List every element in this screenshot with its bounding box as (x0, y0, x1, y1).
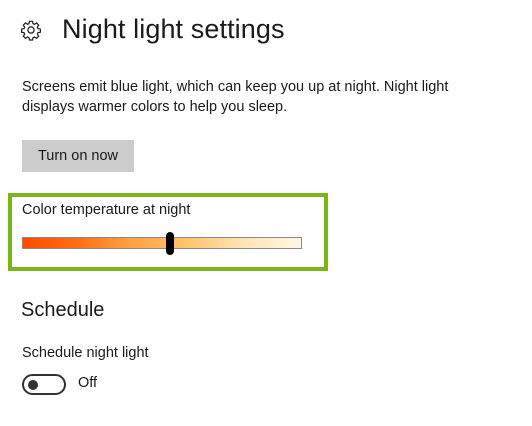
color-temperature-slider[interactable] (22, 237, 302, 249)
color-temperature-label: Color temperature at night (22, 202, 191, 218)
page-header: Night light settings (20, 14, 285, 45)
gear-icon (20, 19, 42, 41)
turn-on-now-button[interactable]: Turn on now (22, 140, 134, 172)
toggle-knob (28, 379, 38, 390)
toggle-state-text: Off (78, 375, 98, 391)
schedule-night-light-toggle[interactable] (22, 374, 66, 395)
schedule-night-light-label: Schedule night light (22, 345, 149, 361)
night-light-description: Screens emit blue light, which can keep … (22, 79, 449, 115)
page-title: Night light settings (62, 14, 285, 44)
color-temperature-slider-thumb[interactable] (166, 232, 175, 255)
schedule-heading: Schedule (21, 299, 105, 321)
night-light-settings-page: Night light settings Screens emit blue l… (0, 0, 532, 426)
